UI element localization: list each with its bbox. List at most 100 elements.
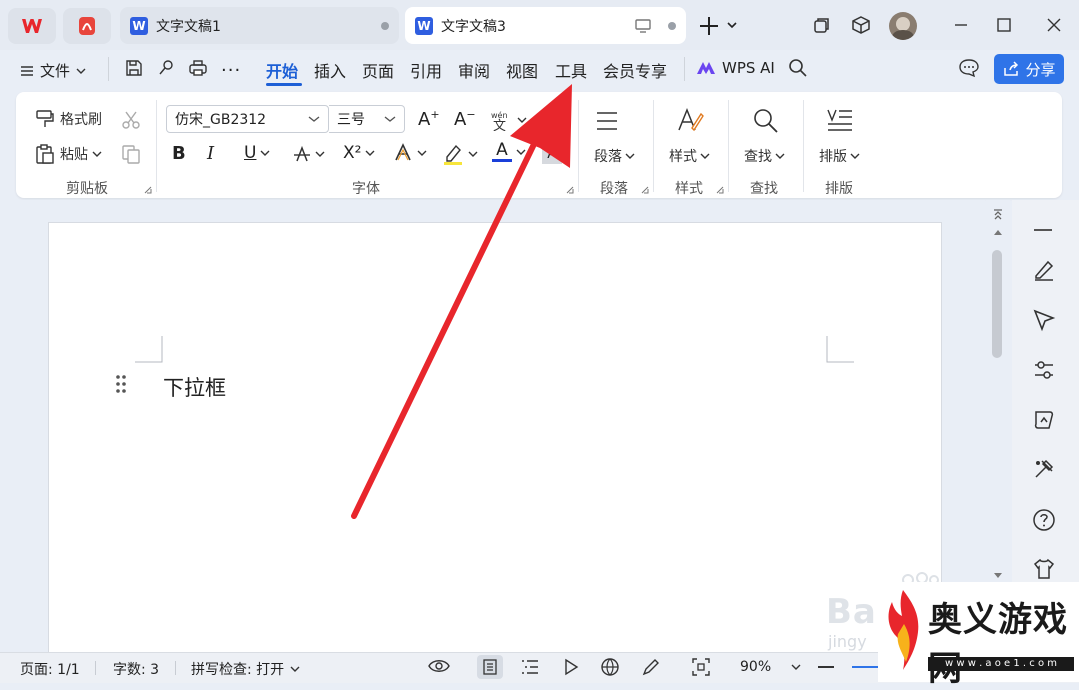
tab-document-3[interactable]: W 文字文稿3 bbox=[405, 7, 686, 44]
share-label: 分享 bbox=[1025, 60, 1056, 79]
site-watermark-title: 奥义游戏网 bbox=[928, 600, 1068, 689]
print-icon[interactable] bbox=[188, 58, 208, 78]
spell-check-label: 拼写检查: 打开 bbox=[191, 662, 285, 678]
font-name-select[interactable]: 仿宋_GB2312 bbox=[166, 105, 329, 133]
baidu-watermark-text: Ba bbox=[826, 592, 877, 632]
format-painter-label: 格式刷 bbox=[60, 112, 102, 128]
menu-member[interactable]: 会员专享 bbox=[603, 58, 667, 82]
adjust-settings-icon[interactable] bbox=[1032, 358, 1056, 382]
dialog-launcher-icon[interactable] bbox=[144, 186, 152, 194]
save-icon[interactable] bbox=[124, 58, 144, 78]
pdf-app-button[interactable] bbox=[63, 8, 111, 44]
italic-button[interactable]: I bbox=[207, 143, 214, 164]
scroll-up-icon[interactable] bbox=[993, 228, 1003, 236]
file-menu[interactable]: 文件 bbox=[20, 60, 86, 81]
paragraph-button[interactable]: 段落 bbox=[594, 146, 635, 166]
play-icon[interactable] bbox=[562, 658, 580, 676]
more-icon[interactable]: ··· bbox=[221, 60, 241, 81]
word-count[interactable]: 字数: 3 bbox=[113, 659, 159, 679]
copy-icon[interactable] bbox=[120, 143, 142, 165]
wps-ai-button[interactable]: WPS AI bbox=[696, 59, 775, 77]
underline-icon: U bbox=[244, 143, 257, 163]
styles-icon[interactable] bbox=[676, 106, 704, 134]
dialog-launcher-icon[interactable] bbox=[716, 186, 724, 194]
web-view-icon[interactable] bbox=[600, 657, 620, 677]
tab-close-dot-icon[interactable] bbox=[381, 21, 389, 30]
zoom-select[interactable]: 90% bbox=[740, 659, 801, 675]
spell-check-toggle[interactable]: 拼写检查: 打开 bbox=[191, 659, 300, 679]
tab-title: 文字文稿1 bbox=[156, 18, 221, 35]
tab-title: 文字文稿3 bbox=[441, 18, 506, 35]
clipboard-group-label: 剪贴板 bbox=[66, 181, 108, 197]
layout-icon[interactable] bbox=[826, 108, 854, 134]
drag-handle-icon[interactable] bbox=[115, 374, 127, 394]
paste-icon bbox=[36, 144, 54, 164]
pdf-logo-icon bbox=[79, 17, 95, 35]
tab-document-1[interactable]: W 文字文稿1 bbox=[120, 7, 399, 44]
zoom-out-icon[interactable] bbox=[818, 666, 834, 668]
styles-button[interactable]: 样式 bbox=[669, 146, 710, 166]
document-body-text[interactable]: 下拉框 bbox=[163, 372, 226, 402]
maximize-icon[interactable] bbox=[991, 12, 1017, 38]
cube-icon[interactable] bbox=[848, 12, 874, 38]
monitor-icon[interactable] bbox=[634, 18, 652, 34]
dialog-launcher-icon[interactable] bbox=[641, 186, 649, 194]
wps-home-button[interactable] bbox=[8, 8, 56, 44]
strikethrough-button[interactable] bbox=[293, 145, 325, 163]
format-painter-button[interactable]: 格式刷 bbox=[34, 108, 102, 130]
chevron-down-icon bbox=[260, 150, 270, 156]
write-mode-icon[interactable] bbox=[641, 657, 661, 677]
tab-close-dot-icon[interactable] bbox=[668, 21, 676, 30]
styles-label: 样式 bbox=[669, 149, 697, 165]
find-button[interactable]: 查找 bbox=[744, 146, 785, 166]
bold-button[interactable]: B bbox=[172, 143, 186, 164]
page-view-button[interactable] bbox=[477, 655, 503, 679]
minimize-icon[interactable] bbox=[948, 12, 974, 38]
chevron-down-icon bbox=[791, 664, 801, 670]
format-painter-icon bbox=[36, 110, 54, 127]
link-icon[interactable] bbox=[156, 58, 176, 78]
divider bbox=[653, 100, 654, 192]
close-icon[interactable] bbox=[1041, 12, 1067, 38]
document-assist-icon[interactable] bbox=[1032, 408, 1056, 432]
shirt-skin-icon[interactable] bbox=[1032, 557, 1056, 581]
help-icon[interactable] bbox=[1032, 508, 1056, 532]
layout-label: 排版 bbox=[819, 149, 847, 165]
layout-button[interactable]: 排版 bbox=[819, 146, 860, 166]
underline-button[interactable]: U bbox=[244, 143, 270, 163]
hamburger-icon bbox=[21, 65, 33, 76]
wps-logo-icon bbox=[22, 19, 42, 33]
new-tab-button[interactable] bbox=[698, 14, 742, 38]
eye-protection-icon[interactable] bbox=[428, 657, 450, 675]
wps-ai-icon bbox=[697, 62, 715, 74]
find-icon[interactable] bbox=[752, 107, 780, 135]
search-icon[interactable] bbox=[788, 58, 808, 78]
menu-home[interactable]: 开始 bbox=[266, 58, 298, 82]
tools-icon[interactable] bbox=[1032, 457, 1056, 481]
divider bbox=[684, 57, 685, 81]
page-view-icon bbox=[483, 659, 497, 675]
scrollbar-thumb[interactable] bbox=[992, 250, 1002, 358]
divider bbox=[156, 100, 157, 192]
paste-label: 粘贴 bbox=[60, 147, 88, 163]
collapse-sidebar-icon[interactable] bbox=[1034, 229, 1052, 231]
paste-button[interactable]: 粘贴 bbox=[34, 143, 102, 165]
scroll-down-icon[interactable] bbox=[993, 572, 1003, 580]
file-menu-label: 文件 bbox=[40, 62, 71, 80]
divider bbox=[803, 100, 804, 192]
outline-view-icon[interactable] bbox=[520, 658, 540, 676]
avatar[interactable] bbox=[889, 12, 917, 40]
fit-screen-icon[interactable] bbox=[691, 657, 711, 677]
cut-icon[interactable] bbox=[120, 109, 142, 131]
restore-windows-icon[interactable] bbox=[808, 12, 834, 38]
strikethrough-icon bbox=[294, 145, 310, 162]
divider bbox=[108, 57, 109, 81]
page-indicator[interactable]: 页面: 1/1 bbox=[20, 659, 80, 679]
select-cursor-icon[interactable] bbox=[1032, 308, 1056, 332]
pen-edit-icon[interactable] bbox=[1032, 258, 1056, 282]
chat-icon[interactable] bbox=[958, 58, 980, 78]
share-button[interactable]: 分享 bbox=[994, 54, 1064, 84]
scroll-to-top-icon[interactable] bbox=[992, 208, 1004, 220]
chevron-down-icon bbox=[700, 153, 710, 159]
find-group-label: 查找 bbox=[750, 181, 778, 197]
